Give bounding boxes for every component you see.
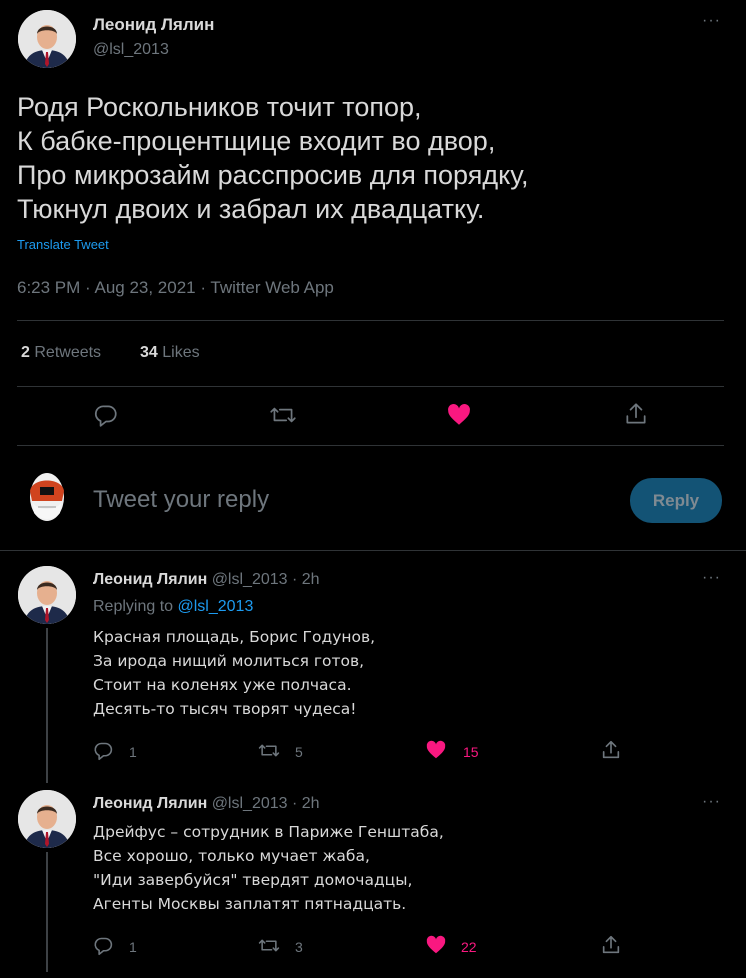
reply-time[interactable]: 2h	[302, 571, 320, 588]
author-avatar[interactable]	[18, 10, 76, 68]
tweet-line: К бабке-процентщице входит во двор,	[17, 126, 496, 156]
reply-text: Красная площадь, Борис Годунов, За ирода…	[93, 625, 375, 721]
divider	[17, 386, 724, 387]
tweet-meta: 6:23 PM · Aug 23, 2021 · Twitter Web App	[17, 278, 334, 297]
share-icon[interactable]	[623, 401, 649, 427]
own-avatar	[18, 467, 76, 534]
reply-author-handle[interactable]: @lsl_2013	[212, 571, 288, 588]
separator-dot: ·	[291, 795, 298, 812]
heart-icon[interactable]	[425, 739, 447, 761]
divider	[0, 550, 746, 551]
author-handle[interactable]: @lsl_2013	[93, 41, 169, 59]
replying-to: Replying to @lsl_2013	[93, 598, 253, 616]
retweets-stat[interactable]: 2 Retweets	[21, 344, 101, 362]
author-name[interactable]: Леонид Лялин	[93, 15, 214, 35]
reply-line: "Иди завербуйся" твердят домочадцы,	[93, 871, 413, 889]
separator-dot: ·	[291, 571, 298, 588]
reply-icon[interactable]	[93, 740, 114, 761]
retweet-icon[interactable]	[257, 740, 281, 761]
like-count: 15	[463, 744, 479, 760]
reply-text: Дрейфус – сотрудник в Париже Генштаба, В…	[93, 820, 444, 916]
reply-time[interactable]: 2h	[302, 795, 320, 812]
reply-author-handle[interactable]: @lsl_2013	[212, 795, 288, 812]
reply-line: Агенты Москвы заплатят пятнадцать.	[93, 895, 407, 913]
reply-count: 1	[129, 744, 137, 760]
more-icon[interactable]: ···	[702, 793, 721, 811]
reply-line: Все хорошо, только мучает жаба,	[93, 847, 370, 865]
reply-author-name[interactable]: Леонид Лялин	[93, 571, 207, 588]
replying-to-label: Replying to	[93, 598, 174, 615]
like-count: 22	[461, 939, 477, 955]
share-icon[interactable]	[600, 739, 622, 761]
reply-count: 1	[129, 939, 137, 955]
likes-label: Likes	[162, 344, 200, 361]
reply-line: За ирода нищий молиться готов,	[93, 652, 365, 670]
reply-author-avatar[interactable]	[18, 790, 76, 848]
reply-author-avatar[interactable]	[18, 566, 76, 624]
thread-line	[46, 852, 48, 972]
reply-header: Леонид Лялин @lsl_2013 · 2h	[93, 571, 320, 589]
reply-line: Красная площадь, Борис Годунов,	[93, 628, 376, 646]
retweets-count: 2	[21, 344, 30, 361]
tweet-line: Про микрозайм расспросив для порядку,	[17, 160, 529, 190]
thread-line	[46, 628, 48, 783]
reply-icon[interactable]	[93, 935, 114, 956]
translate-tweet-link[interactable]: Translate Tweet	[17, 237, 109, 252]
likes-stat[interactable]: 34 Likes	[140, 344, 200, 362]
reply-button[interactable]: Reply	[630, 478, 722, 523]
heart-icon[interactable]	[446, 402, 472, 428]
reply-author-name[interactable]: Леонид Лялин	[93, 795, 207, 812]
reply-line: Стоит на коленях уже полчаса.	[93, 676, 352, 694]
divider	[17, 320, 724, 321]
reply-header: Леонид Лялин @lsl_2013 · 2h	[93, 795, 320, 813]
retweet-icon[interactable]	[268, 402, 298, 428]
likes-count: 34	[140, 344, 158, 361]
tweet-line: Родя Роскольников точит топор,	[17, 92, 422, 122]
retweet-count: 3	[295, 939, 303, 955]
share-icon[interactable]	[600, 934, 622, 956]
retweet-icon[interactable]	[257, 935, 281, 956]
replying-to-handle[interactable]: @lsl_2013	[178, 598, 254, 615]
more-icon[interactable]: ···	[702, 12, 721, 30]
divider	[17, 445, 724, 446]
tweet-line: Тюкнул двоих и забрал их двадцатку.	[17, 194, 485, 224]
retweet-count: 5	[295, 744, 303, 760]
heart-icon[interactable]	[425, 934, 447, 956]
retweets-label: Retweets	[34, 344, 102, 361]
reply-input[interactable]: Tweet your reply	[93, 486, 269, 514]
tweet-text: Родя Роскольников точит топор, К бабке-п…	[17, 90, 529, 226]
reply-icon[interactable]	[93, 402, 119, 428]
reply-line: Десять-то тысяч творят чудеса!	[93, 700, 357, 718]
reply-line: Дрейфус – сотрудник в Париже Генштаба,	[93, 823, 444, 841]
more-icon[interactable]: ···	[702, 569, 721, 587]
